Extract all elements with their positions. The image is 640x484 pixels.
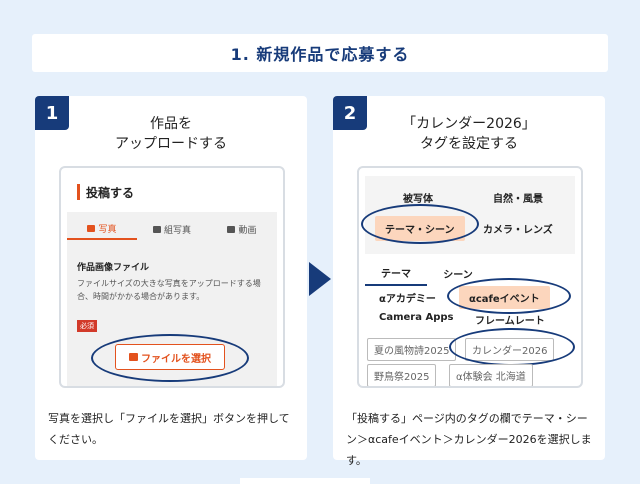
step-card-1: 1 作品を アップロードする 投稿する 写真 組写真 動画 作品画像ファイル フ… xyxy=(35,96,307,460)
tab-photo-set[interactable]: 組写真 xyxy=(137,218,207,240)
section-title-bar: 1. 新規作品で応募する xyxy=(32,34,608,72)
chip-summer-2025[interactable]: 夏の風物詩2025 xyxy=(367,338,457,361)
video-icon xyxy=(227,225,236,233)
step-title-line-2: アップロードする xyxy=(115,136,227,152)
tag-alpha-academy[interactable]: αアカデミー xyxy=(379,290,436,305)
category-theme-scene[interactable]: テーマ・シーン xyxy=(375,216,465,241)
sub-tabs: テーマ シーン xyxy=(365,260,575,286)
tab-video-label: 動画 xyxy=(238,225,257,236)
section-title: 1. 新規作品で応募する xyxy=(230,45,410,64)
upload-heading-text: 投稿する xyxy=(86,185,135,200)
choose-file-label: ファイルを選択 xyxy=(141,353,211,365)
upload-form-area: 写真 組写真 動画 作品画像ファイル ファイルサイズの大きな写真をアップロードす… xyxy=(67,212,277,386)
image-icon xyxy=(129,353,138,361)
step-title-line-1: 作品を xyxy=(150,116,192,132)
tab-photo-label: 写真 xyxy=(98,224,117,235)
chip-bird-2025[interactable]: 野鳥祭2025 xyxy=(367,364,437,386)
tab-photo[interactable]: 写真 xyxy=(67,218,137,240)
choose-file-button[interactable]: ファイルを選択 xyxy=(115,344,225,370)
step-title-line-2: タグを設定する xyxy=(420,136,518,152)
next-step-arrow-icon xyxy=(309,262,331,296)
tag-alpha-cafe-event[interactable]: αcafeイベント xyxy=(459,286,550,309)
category-camera-lens[interactable]: カメラ・レンズ xyxy=(483,221,553,236)
media-tabs: 写真 組写真 動画 xyxy=(67,218,277,240)
image-file-label: 作品画像ファイル xyxy=(77,263,150,273)
bottom-strip xyxy=(240,478,370,484)
step-title: 「カレンダー2026」 タグを設定する xyxy=(333,114,605,154)
step-title-line-1: 「カレンダー2026」 xyxy=(402,116,536,132)
tab-video[interactable]: 動画 xyxy=(207,218,277,240)
tab-photo-set-label: 組写真 xyxy=(163,225,191,236)
heading-accent-bar xyxy=(77,184,80,200)
step-description: 「投稿する」ページ内のタグの欄でテーマ・シーン＞αcafeイベント＞カレンダー2… xyxy=(346,412,592,467)
category-subject[interactable]: 被写体 xyxy=(403,190,433,205)
upload-screenshot: 投稿する 写真 組写真 動画 作品画像ファイル ファイルサイズの大きな写真をアッ… xyxy=(59,166,285,388)
chip-calendar-2026[interactable]: カレンダー2026 xyxy=(465,338,555,361)
subtab-scene[interactable]: シーン xyxy=(427,260,489,286)
tag-screenshot: 被写体 自然・風景 テーマ・シーン カメラ・レンズ テーマ シーン αアカデミー… xyxy=(357,166,583,388)
upload-heading: 投稿する xyxy=(77,182,134,202)
upload-note: ファイルサイズの大きな写真をアップロードする場合、時間がかかる場合があります。 xyxy=(77,279,261,301)
category-grid: 被写体 自然・風景 テーマ・シーン カメラ・レンズ xyxy=(365,176,575,254)
tag-frame-rate[interactable]: フレームレート xyxy=(475,312,545,327)
step-description: 写真を選択し「ファイルを選択」ボタンを押してください。 xyxy=(48,412,290,446)
photo-icon xyxy=(87,224,96,232)
tag-camera-apps[interactable]: Camera Apps xyxy=(379,312,453,323)
required-badge: 必須 xyxy=(77,320,97,332)
category-nature[interactable]: 自然・風景 xyxy=(493,190,543,205)
step-card-2: 2 「カレンダー2026」 タグを設定する 被写体 自然・風景 テーマ・シーン … xyxy=(333,96,605,467)
chip-alpha-experience[interactable]: α体験会 北海道 xyxy=(449,364,533,386)
subtab-theme[interactable]: テーマ xyxy=(365,260,427,286)
step-title: 作品を アップロードする xyxy=(35,114,307,154)
photo-set-icon xyxy=(152,225,161,233)
